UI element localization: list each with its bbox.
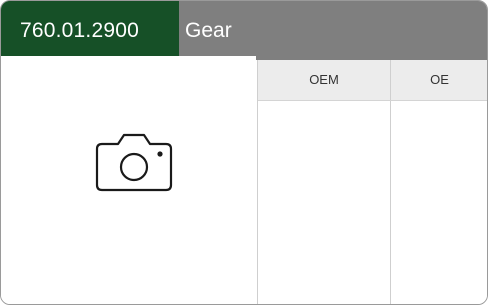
product-card: 760.01.2900 Gear OEM OE: [0, 0, 488, 305]
card-header: 760.01.2900 Gear: [1, 1, 487, 60]
column-divider: [390, 101, 391, 304]
column-header-oem: OEM: [258, 60, 391, 100]
table-header: OEM OE: [258, 60, 487, 101]
product-image-placeholder: [1, 56, 256, 304]
reference-table: OEM OE: [257, 60, 487, 304]
column-header-oe: OE: [430, 72, 449, 87]
part-number: 760.01.2900: [1, 1, 179, 60]
camera-icon: [95, 133, 173, 192]
part-name: Gear: [185, 19, 232, 42]
